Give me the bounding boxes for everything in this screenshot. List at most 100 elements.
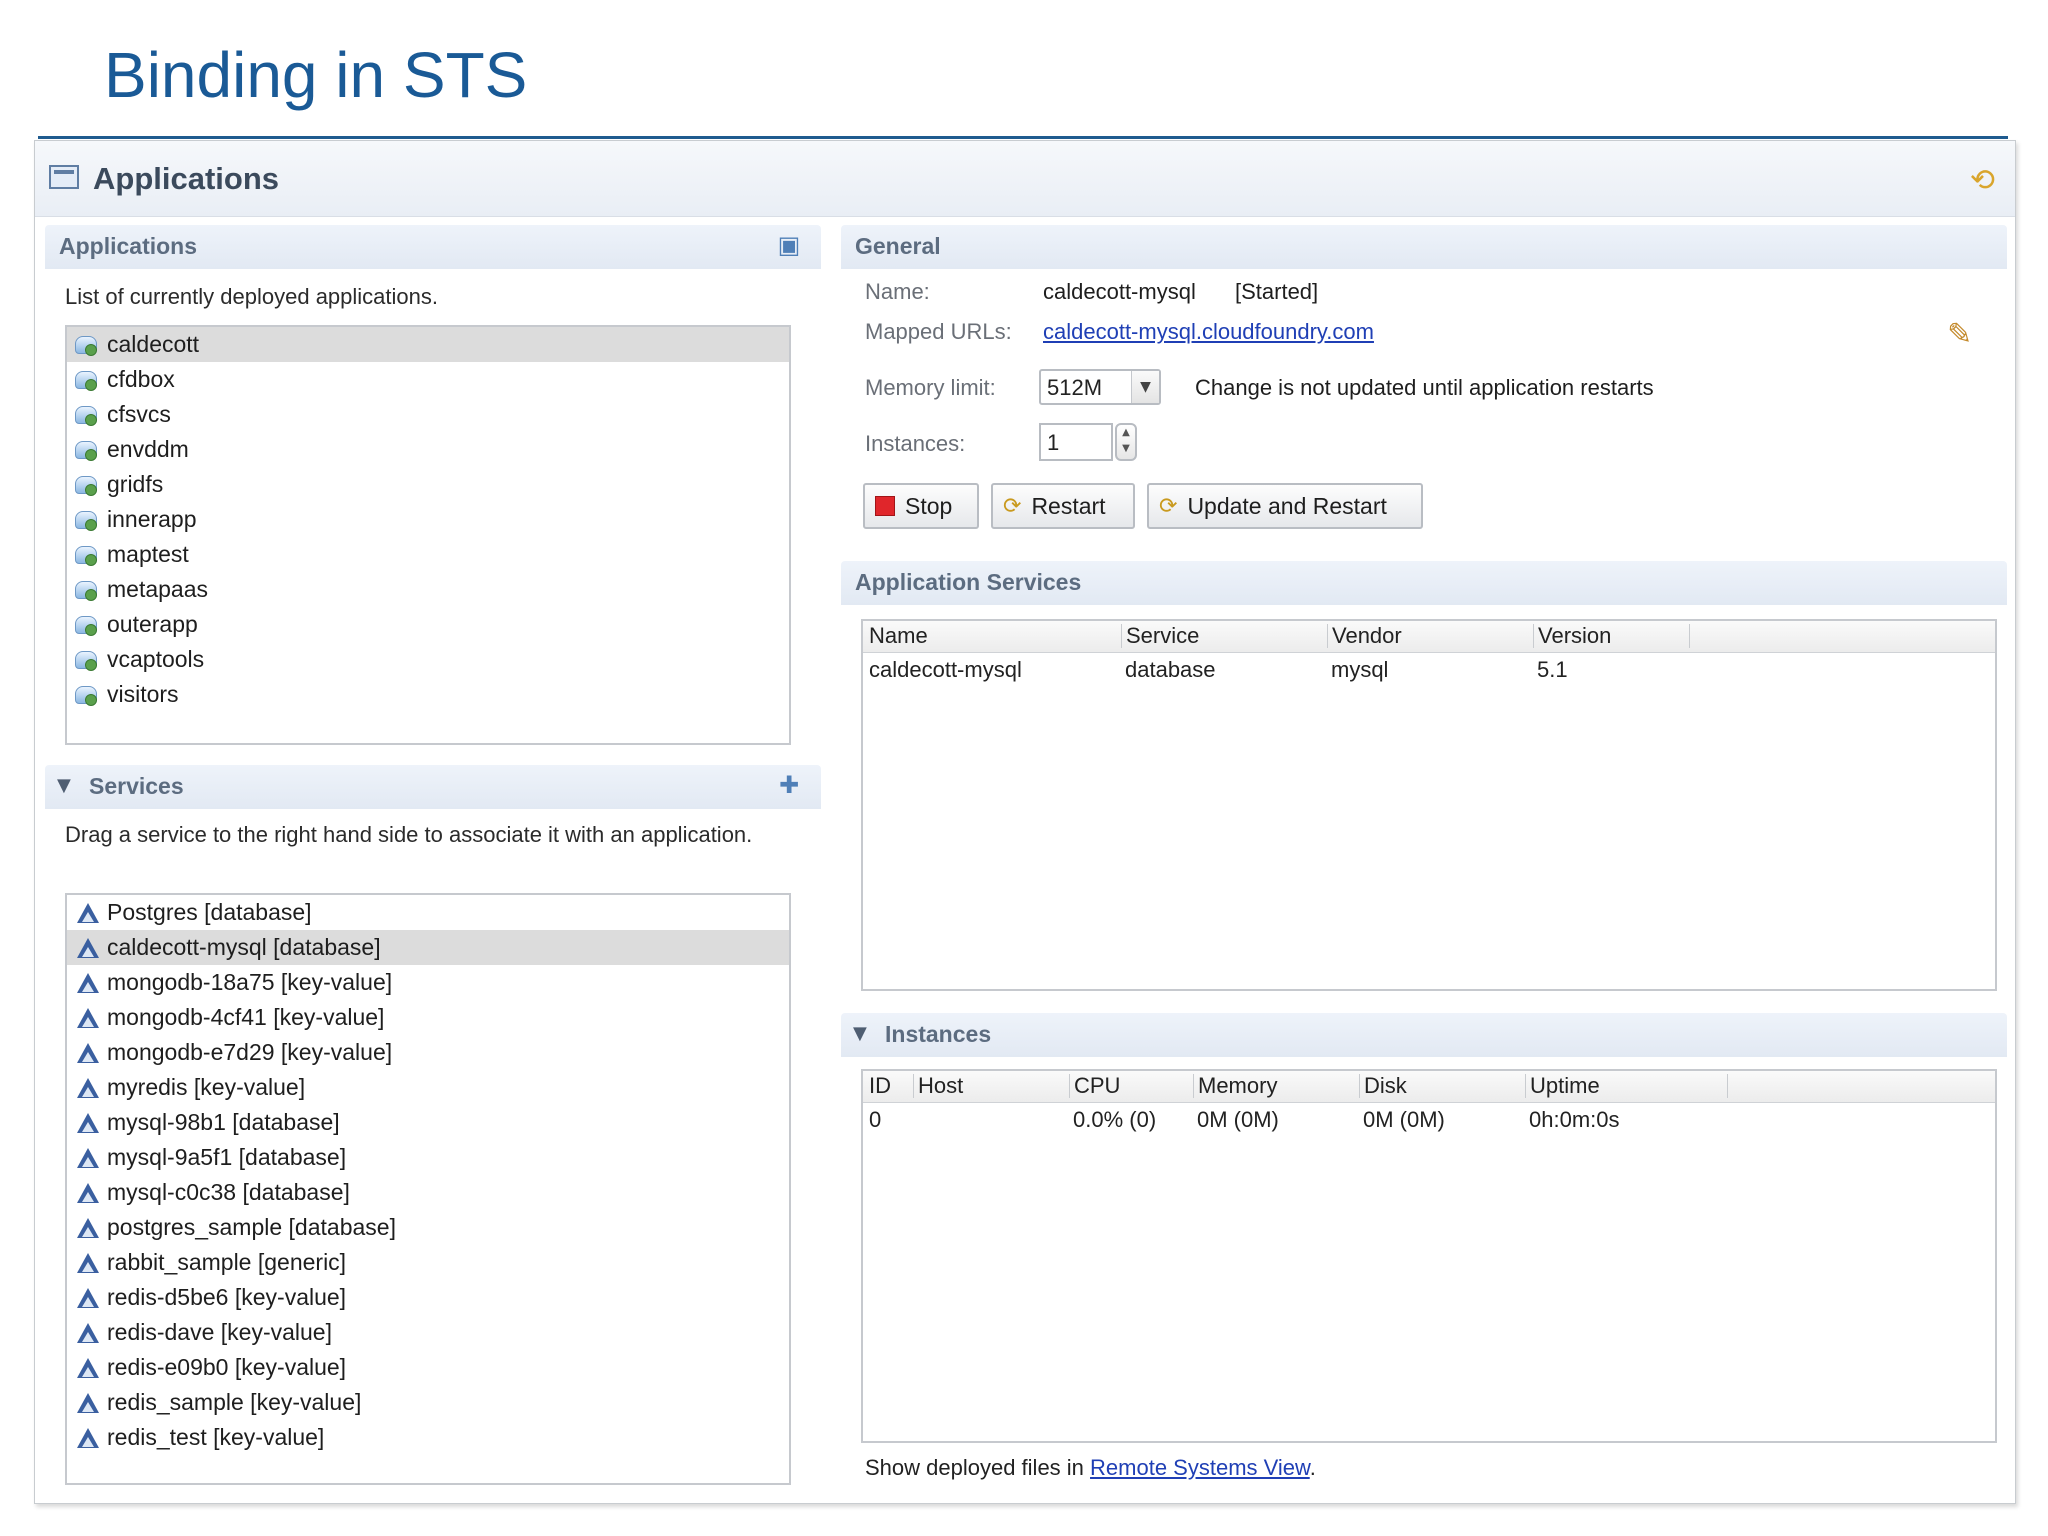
column-header-uptime[interactable]: Uptime <box>1525 1074 1727 1098</box>
list-item[interactable]: visitors <box>67 677 789 712</box>
deploy-icon[interactable]: ▣ <box>773 231 805 263</box>
deployed-files-note: Show deployed files in Remote Systems Vi… <box>865 1455 1316 1481</box>
services-list[interactable]: Postgres [database] caldecott-mysql [data… <box>65 893 791 1485</box>
list-item[interactable]: mongodb-e7d29 [key-value] <box>67 1035 789 1070</box>
memory-limit-select[interactable]: 512M ▼ <box>1039 369 1161 405</box>
mapped-url-link[interactable]: caldecott-mysql.cloudfoundry.com <box>1043 319 1374 345</box>
list-item-label: caldecott-mysql [database] <box>107 934 381 960</box>
update-and-restart-button[interactable]: ⟳ Update and Restart <box>1147 483 1423 529</box>
application-icon <box>75 579 99 601</box>
column-header-name[interactable]: Name <box>865 624 928 648</box>
memory-note: Change is not updated until application … <box>1195 375 1654 400</box>
list-item-label: redis_sample [key-value] <box>107 1389 362 1415</box>
services-section-title: Services <box>89 773 184 799</box>
list-item[interactable]: mongodb-18a75 [key-value] <box>67 965 789 1000</box>
application-icon <box>75 649 99 671</box>
application-icon <box>75 474 99 496</box>
list-item[interactable]: caldecott-mysql [database] <box>67 930 789 965</box>
table-header: Name Service Vendor Version <box>863 621 1995 653</box>
list-item[interactable]: myredis [key-value] <box>67 1070 789 1105</box>
pencil-icon[interactable]: ✎ <box>1947 317 1972 352</box>
slide-title: Binding in STS <box>104 39 528 111</box>
restart-button[interactable]: ⟳ Restart <box>991 483 1135 529</box>
list-item-label: redis-e09b0 [key-value] <box>107 1354 347 1380</box>
list-item[interactable]: caldecott <box>67 327 789 362</box>
list-item[interactable]: mysql-9a5f1 [database] <box>67 1140 789 1175</box>
list-item-label: myredis [key-value] <box>107 1074 306 1100</box>
list-item-label: mongodb-e7d29 [key-value] <box>107 1039 393 1065</box>
column-header-disk[interactable]: Disk <box>1359 1074 1407 1098</box>
cell-version: 5.1 <box>1537 657 1568 682</box>
list-item[interactable]: maptest <box>67 537 789 572</box>
list-item[interactable]: innerapp <box>67 502 789 537</box>
service-icon <box>75 1146 99 1170</box>
restart-button-label: Restart <box>1031 492 1106 519</box>
column-header-version[interactable]: Version <box>1533 624 1689 648</box>
list-item[interactable]: mongodb-4cf41 [key-value] <box>67 1000 789 1035</box>
list-item[interactable]: mysql-98b1 [database] <box>67 1105 789 1140</box>
list-item[interactable]: postgres_sample [database] <box>67 1210 789 1245</box>
editor-header: Applications ⟲ <box>35 141 2015 217</box>
list-item-label: mysql-98b1 [database] <box>107 1109 340 1135</box>
column-header-memory[interactable]: Memory <box>1193 1074 1277 1098</box>
list-item[interactable]: metapaas <box>67 572 789 607</box>
list-item[interactable]: cfsvcs <box>67 397 789 432</box>
list-item-label: vcaptools <box>107 646 205 672</box>
stop-button[interactable]: Stop <box>863 483 979 529</box>
service-icon <box>75 1076 99 1100</box>
add-service-icon[interactable]: ✚ <box>773 771 805 803</box>
application-icon <box>75 369 99 391</box>
service-icon <box>75 971 99 995</box>
instances-section-title: Instances <box>885 1021 992 1047</box>
list-item[interactable]: redis_test [key-value] <box>67 1420 789 1455</box>
column-header-host[interactable]: Host <box>913 1074 963 1098</box>
table-header: ID Host CPU Memory Disk Uptime <box>863 1071 1995 1103</box>
list-item[interactable]: rabbit_sample [generic] <box>67 1245 789 1280</box>
chevron-down-icon[interactable]: ▼ <box>1131 371 1159 403</box>
list-item[interactable]: cfdbox <box>67 362 789 397</box>
application-icon <box>75 404 99 426</box>
list-item-label: mysql-c0c38 [database] <box>107 1179 350 1205</box>
collapse-triangle-icon[interactable]: ▼ <box>57 775 71 796</box>
list-item[interactable]: mysql-c0c38 [database] <box>67 1175 789 1210</box>
list-item-label: cfdbox <box>107 366 175 392</box>
instances-input[interactable]: 1 <box>1039 423 1113 461</box>
instances-stepper[interactable]: ▲ ▼ <box>1115 423 1137 461</box>
title-divider <box>38 136 2008 139</box>
list-item[interactable]: redis-e09b0 [key-value] <box>67 1350 789 1385</box>
application-services-table[interactable]: Name Service Vendor Version caldecott-my… <box>861 619 1997 991</box>
instances-table[interactable]: ID Host CPU Memory Disk Uptime 0 0.0% (0… <box>861 1069 1997 1443</box>
list-item-label: mysql-9a5f1 [database] <box>107 1144 347 1170</box>
list-item[interactable]: gridfs <box>67 467 789 502</box>
name-label: Name: <box>865 279 930 304</box>
footer-suffix: . <box>1309 1455 1316 1480</box>
list-item[interactable]: redis_sample [key-value] <box>67 1385 789 1420</box>
remote-systems-view-link[interactable]: Remote Systems View <box>1090 1455 1310 1480</box>
cell-uptime: 0h:0m:0s <box>1529 1107 1620 1132</box>
column-header-id[interactable]: ID <box>865 1074 891 1098</box>
refresh-icon[interactable]: ⟲ <box>1970 163 1995 198</box>
list-item-label: mongodb-4cf41 [key-value] <box>107 1004 385 1030</box>
list-item[interactable]: redis-dave [key-value] <box>67 1315 789 1350</box>
column-header-service[interactable]: Service <box>1121 624 1199 648</box>
list-item[interactable]: envddm <box>67 432 789 467</box>
service-icon <box>75 1216 99 1240</box>
list-item[interactable]: redis-d5be6 [key-value] <box>67 1280 789 1315</box>
column-header-spacer <box>1689 624 1694 648</box>
list-item[interactable]: vcaptools <box>67 642 789 677</box>
service-icon <box>75 936 99 960</box>
list-item-label: metapaas <box>107 576 209 602</box>
application-icon <box>75 439 99 461</box>
service-icon <box>75 1181 99 1205</box>
list-item-label: visitors <box>107 681 179 707</box>
list-item[interactable]: Postgres [database] <box>67 895 789 930</box>
list-item-label: envddm <box>107 436 189 462</box>
cell-id: 0 <box>869 1107 882 1132</box>
applications-list[interactable]: caldecott cfdbox cfsvcs envddm gridfs innerap… <box>65 325 791 745</box>
collapse-triangle-icon[interactable]: ▼ <box>853 1023 867 1044</box>
instances-section-header: ▼ Instances <box>841 1013 2007 1057</box>
column-header-cpu[interactable]: CPU <box>1069 1074 1120 1098</box>
list-item-label: innerapp <box>107 506 197 532</box>
list-item[interactable]: outerapp <box>67 607 789 642</box>
column-header-vendor[interactable]: Vendor <box>1327 624 1402 648</box>
